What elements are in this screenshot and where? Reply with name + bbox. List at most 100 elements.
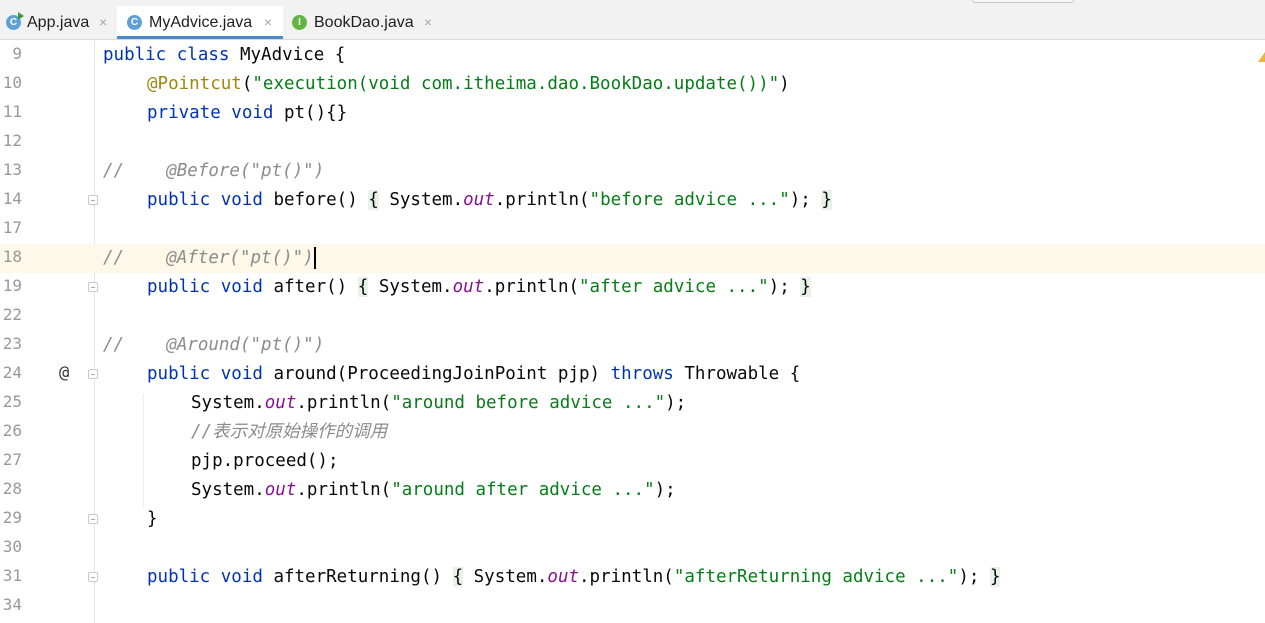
code-brace: } bbox=[800, 277, 811, 297]
scroll-handle[interactable] bbox=[972, 0, 1074, 3]
line-number: 10 bbox=[2, 73, 22, 92]
code-text: .println( bbox=[296, 393, 392, 413]
code-field: out bbox=[264, 480, 297, 500]
code-text: afterReturning() bbox=[262, 567, 453, 587]
code-field: out bbox=[264, 393, 297, 413]
code-brace: { bbox=[357, 277, 369, 297]
class-app-icon: C bbox=[6, 12, 24, 30]
code-keyword: throws bbox=[610, 364, 674, 384]
code-field: out bbox=[452, 277, 485, 297]
code-text: around(ProceedingJoinPoint pjp) bbox=[262, 364, 611, 384]
code-line[interactable]: 30 bbox=[0, 534, 1265, 563]
code-text: System. bbox=[191, 480, 265, 500]
line-number: 12 bbox=[2, 131, 22, 150]
code-keyword: public void bbox=[147, 190, 263, 210]
code-line[interactable]: 22 bbox=[0, 302, 1265, 331]
line-number: 30 bbox=[2, 537, 22, 556]
code-text: pjp.proceed(); bbox=[191, 451, 339, 471]
line-number: 28 bbox=[2, 479, 22, 498]
code-text: ); bbox=[789, 190, 822, 210]
line-number: 34 bbox=[2, 595, 22, 614]
code-text: MyAdvice { bbox=[229, 45, 346, 65]
code-comment: // @Around("pt()") bbox=[103, 335, 325, 355]
line-number: 17 bbox=[2, 218, 22, 237]
code-line[interactable]: 19 public void after() { System.out.prin… bbox=[0, 273, 1265, 302]
code-text: pt(){} bbox=[273, 103, 348, 123]
code-line[interactable]: 12 bbox=[0, 128, 1265, 157]
code-line[interactable]: 11 private void pt(){} bbox=[0, 99, 1265, 128]
code-text: System. bbox=[463, 567, 548, 587]
code-text: .println( bbox=[484, 277, 580, 297]
line-number: 22 bbox=[2, 305, 22, 324]
code-line[interactable]: 13 // @Before("pt()") bbox=[0, 157, 1265, 186]
code-line[interactable]: 34 bbox=[0, 592, 1265, 621]
override-marker-icon[interactable]: @ bbox=[59, 363, 69, 383]
line-number: 24 bbox=[2, 363, 22, 382]
code-comment: //表示对原始操作的调用 bbox=[191, 422, 388, 442]
close-icon[interactable]: × bbox=[424, 14, 432, 30]
line-number: 26 bbox=[2, 421, 22, 440]
code-text: ); bbox=[768, 277, 801, 297]
code-line[interactable]: 29 } bbox=[0, 505, 1265, 534]
tab-label: App.java bbox=[27, 14, 90, 31]
line-number: 9 bbox=[12, 44, 22, 63]
fold-toggle-icon[interactable] bbox=[88, 282, 98, 292]
code-text: ); bbox=[654, 480, 676, 500]
tab-myadvice-java[interactable]: C MyAdvice.java × bbox=[117, 6, 283, 39]
code-line[interactable]: 25 System.out.println("around before adv… bbox=[0, 389, 1265, 418]
code-text: System. bbox=[191, 393, 265, 413]
line-number: 19 bbox=[2, 276, 22, 295]
code-keyword: public void bbox=[147, 277, 263, 297]
fold-toggle-icon[interactable] bbox=[88, 195, 98, 205]
code-text: } bbox=[147, 509, 158, 529]
code-annotation: @Pointcut bbox=[147, 74, 242, 94]
line-number: 23 bbox=[2, 334, 22, 353]
code-text: before() bbox=[262, 190, 369, 210]
code-line[interactable]: 28 System.out.println("around after advi… bbox=[0, 476, 1265, 505]
editor-tab-bar: C App.java × C MyAdvice.java × I BookDao… bbox=[0, 6, 1265, 40]
tab-bookdao-java[interactable]: I BookDao.java × bbox=[283, 6, 443, 39]
code-line[interactable]: 23 // @Around("pt()") bbox=[0, 331, 1265, 360]
run-marker-icon bbox=[18, 12, 24, 20]
code-text: System. bbox=[378, 190, 464, 210]
line-number: 18 bbox=[2, 247, 22, 266]
code-keyword: public void bbox=[147, 567, 263, 587]
line-number: 13 bbox=[2, 160, 22, 179]
fold-toggle-icon[interactable] bbox=[88, 369, 98, 379]
fold-toggle-icon[interactable] bbox=[88, 514, 98, 524]
line-number: 11 bbox=[2, 102, 22, 121]
code-line[interactable]: 10 @Pointcut("execution(void com.itheima… bbox=[0, 70, 1265, 99]
code-text: .println( bbox=[296, 480, 392, 500]
fold-toggle-icon[interactable] bbox=[88, 572, 98, 582]
class-icon: C bbox=[127, 15, 142, 30]
code-brace: } bbox=[821, 190, 832, 210]
code-comment: // @After("pt()") bbox=[103, 248, 314, 268]
line-number: 14 bbox=[2, 189, 22, 208]
code-line[interactable]: 26 //表示对原始操作的调用 bbox=[0, 418, 1265, 447]
code-line[interactable]: 9 public class MyAdvice { bbox=[0, 41, 1265, 70]
code-line[interactable]: 31 public void afterReturning() { System… bbox=[0, 563, 1265, 592]
code-text: after() bbox=[262, 277, 358, 297]
code-string: "afterReturning advice ..." bbox=[673, 567, 959, 587]
code-line-current[interactable]: 18 // @After("pt()") bbox=[0, 244, 1265, 273]
close-icon[interactable]: × bbox=[99, 14, 107, 30]
code-brace: { bbox=[368, 190, 379, 210]
close-icon[interactable]: × bbox=[264, 14, 272, 30]
code-brace: { bbox=[452, 567, 464, 587]
code-line[interactable]: 24 @ public void around(ProceedingJoinPo… bbox=[0, 360, 1265, 389]
interface-icon: I bbox=[292, 15, 307, 30]
code-line[interactable]: 27 pjp.proceed(); bbox=[0, 447, 1265, 476]
code-field: out bbox=[463, 190, 495, 210]
code-line[interactable]: 17 bbox=[0, 215, 1265, 244]
code-string: "around before advice ..." bbox=[391, 393, 666, 413]
code-line[interactable]: 14 public void before() { System.out.pri… bbox=[0, 186, 1265, 215]
tab-label: BookDao.java bbox=[314, 14, 414, 31]
line-number: 31 bbox=[2, 566, 22, 585]
code-keyword: public void bbox=[147, 364, 263, 384]
code-text: ( bbox=[241, 74, 253, 94]
line-number: 27 bbox=[2, 450, 22, 469]
code-text: .println( bbox=[494, 190, 590, 210]
tab-app-java[interactable]: C App.java × bbox=[0, 6, 117, 39]
code-text: ) bbox=[779, 74, 790, 94]
code-string: "around after advice ..." bbox=[391, 480, 655, 500]
